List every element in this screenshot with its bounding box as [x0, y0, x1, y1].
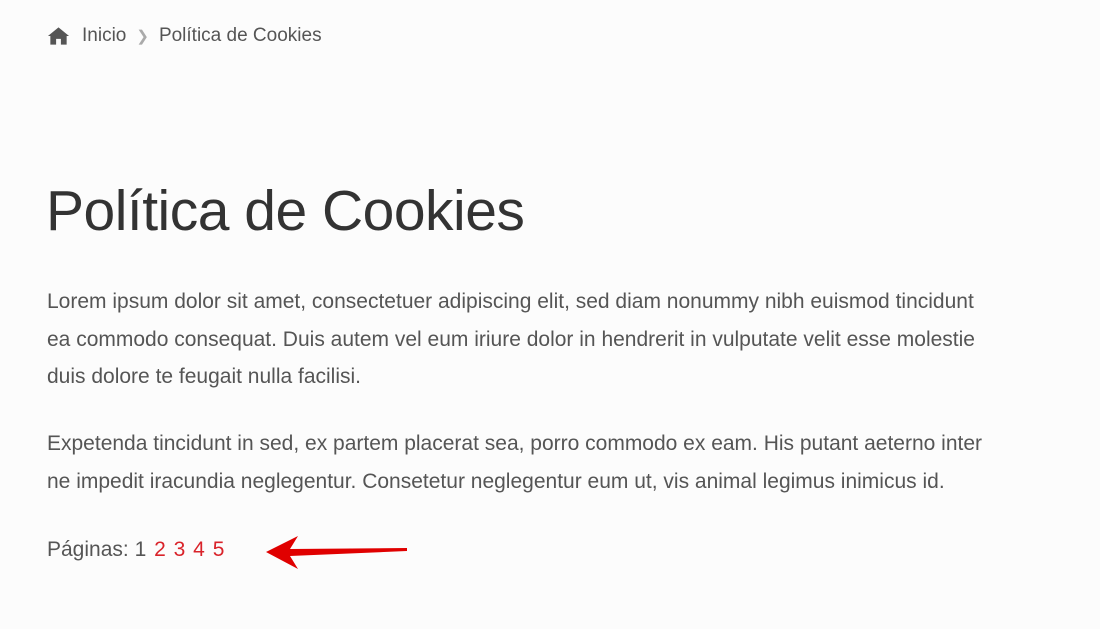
paragraph-line: ea commodo consequat. Duis autem vel eum… [47, 327, 975, 351]
page-title: Política de Cookies [46, 179, 525, 243]
home-icon[interactable] [47, 26, 70, 46]
paragraph-line: duis dolore te feugait nulla facilisi. [47, 365, 362, 388]
red-arrow-icon [266, 536, 407, 569]
paragraph-line: Lorem ipsum dolor sit amet, consectetuer… [47, 290, 974, 313]
breadcrumb-home-link[interactable]: Inicio [82, 25, 126, 47]
paragraph-2: Expetenda tincidunt in sed, ex partem pl… [47, 425, 1100, 500]
paragraph-line: Expetenda tincidunt in sed, ex partem pl… [47, 432, 983, 455]
page-link-2[interactable]: 2 [154, 538, 166, 561]
page-link-5[interactable]: 5 [213, 538, 225, 561]
pagination: Páginas: 1 2 3 4 5 [47, 538, 224, 562]
paragraph-line: ne impedit iracundia neglegentur. Conset… [47, 469, 945, 493]
page-link-3[interactable]: 3 [174, 538, 186, 561]
breadcrumb-current: Política de Cookies [158, 25, 322, 46]
page-current: 1 [134, 538, 147, 561]
page-link-4[interactable]: 4 [193, 538, 205, 561]
paragraph-1: Lorem ipsum dolor sit amet, consectetuer… [47, 283, 1100, 396]
pagination-label: Páginas: [47, 538, 129, 561]
chevron-right-icon: ❯ [136, 28, 149, 45]
breadcrumb: Inicio ❯ Política de Cookies [47, 25, 322, 47]
